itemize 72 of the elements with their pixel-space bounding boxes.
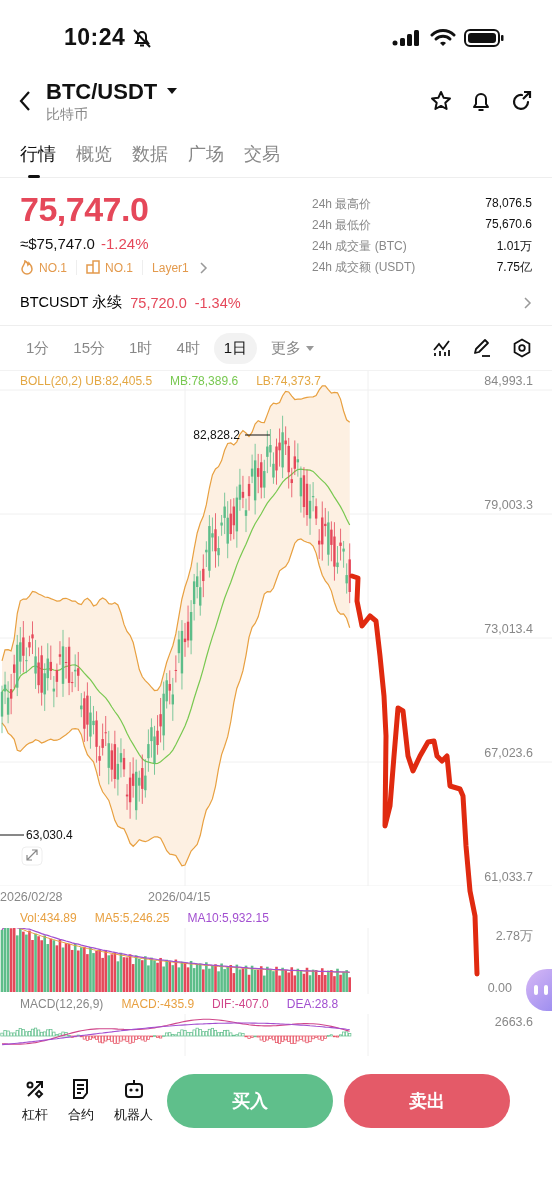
timeframe-tab[interactable]: 4时 [166, 332, 210, 364]
tab[interactable]: 交易 [244, 139, 280, 178]
building-icon [86, 260, 100, 275]
robot-icon [122, 1078, 145, 1100]
tab[interactable]: 数据 [132, 139, 168, 178]
date-axis-label: 2026/02/28 [0, 890, 64, 904]
rank-tag: Layer1 [152, 260, 189, 275]
toolbar-button[interactable]: 机器人 [114, 1078, 153, 1124]
timeframe-tab[interactable]: 更多 [261, 332, 325, 364]
chat-icon [532, 983, 550, 997]
wifi-icon [430, 27, 456, 48]
tab[interactable]: 广场 [188, 139, 224, 178]
macd-indicator-value: DEA:28.8 [286, 997, 339, 1011]
timeframe-tab[interactable]: 15分 [63, 332, 116, 364]
price-axis-label: 84,993.1 [484, 374, 533, 388]
stat-label: 24h 最高价 [312, 196, 373, 213]
stat-label: 24h 最低价 [312, 217, 373, 234]
caret-icon [306, 345, 315, 351]
last-price: 75,747.0 [20, 190, 150, 229]
date-axis-label: 2026/04/15 [148, 890, 211, 904]
indicator-value: LB:74,373.7 [256, 374, 321, 388]
sell-button[interactable]: 卖出 [344, 1074, 510, 1128]
toolbar-button[interactable]: 合约 [68, 1078, 94, 1124]
percent-arrow-icon [24, 1078, 46, 1100]
stat-label: 24h 成交额 (USDT) [312, 259, 417, 276]
price-axis-label: 73,013.4 [484, 622, 533, 636]
timeframe-tab[interactable]: 1日 [213, 332, 258, 364]
macd-indicator-value: DIF:-407.0 [212, 997, 269, 1011]
volume-indicator-value: MA10:5,932.15 [187, 911, 269, 925]
macd-indicator-value: MACD:-435.9 [121, 997, 195, 1011]
chevron-right-icon [524, 296, 532, 309]
timeframe-tab[interactable]: 1分 [16, 332, 60, 364]
stat-label: 24h 成交量 (BTC) [312, 238, 408, 255]
favorite-star-icon[interactable] [430, 90, 452, 112]
clock-time: 10:24 [64, 24, 126, 51]
rank-tag: NO.1 [39, 260, 67, 275]
perpetual-row[interactable]: BTCUSDT 永续 75,720.0 -1.34% [0, 293, 552, 326]
price-change: -1.24% [100, 235, 149, 252]
expand-icon[interactable] [21, 846, 43, 866]
volume-indicator-value: MA5:5,246.25 [94, 911, 170, 925]
caret-icon [167, 88, 178, 95]
assistant-bubble[interactable] [526, 969, 552, 1011]
timeframe-tab[interactable]: 1时 [119, 332, 163, 364]
volume-indicator-value: Vol:434.89 [20, 911, 77, 925]
stat-value: 75,670.6 [484, 217, 532, 233]
signal-icon [392, 28, 422, 47]
price-axis-label: 61,033.7 [484, 870, 533, 884]
back-button[interactable] [18, 90, 32, 112]
macd-indicator-value: MACD(12,26,9) [20, 997, 104, 1011]
price-axis-label: 67,023.6 [484, 746, 533, 760]
volume-axis-label: 2.78万 [495, 929, 533, 943]
indicator-value: BOLL(20,2) UB:82,405.5 [20, 374, 153, 388]
buy-button[interactable]: 买入 [167, 1074, 333, 1128]
alert-bell-icon[interactable] [470, 90, 492, 112]
tab[interactable]: 行情 [20, 139, 56, 178]
coin-name: 比特币 [46, 105, 89, 124]
price-axis-label: 79,003.3 [484, 498, 533, 512]
pair-selector[interactable]: BTC/USDT [46, 78, 430, 105]
battery-icon [464, 27, 504, 48]
stat-value: 7.75亿 [495, 259, 532, 276]
share-icon[interactable] [510, 90, 532, 112]
volume-axis-label: 0.00 [487, 981, 512, 994]
stat-value: 78,076.5 [484, 196, 532, 212]
fiat-price: ≈$75,747.0 [20, 235, 95, 252]
indicator-value: MB:78,389.6 [170, 374, 239, 388]
flame-icon [20, 260, 34, 275]
toolbar-button[interactable]: 杠杆 [22, 1078, 48, 1124]
stat-value: 1.01万 [495, 238, 532, 255]
tab[interactable]: 概览 [76, 139, 112, 178]
macd-axis-label: 2663.6 [494, 1015, 533, 1029]
chevron-right-icon [199, 261, 208, 274]
rank-tag: NO.1 [105, 260, 134, 275]
